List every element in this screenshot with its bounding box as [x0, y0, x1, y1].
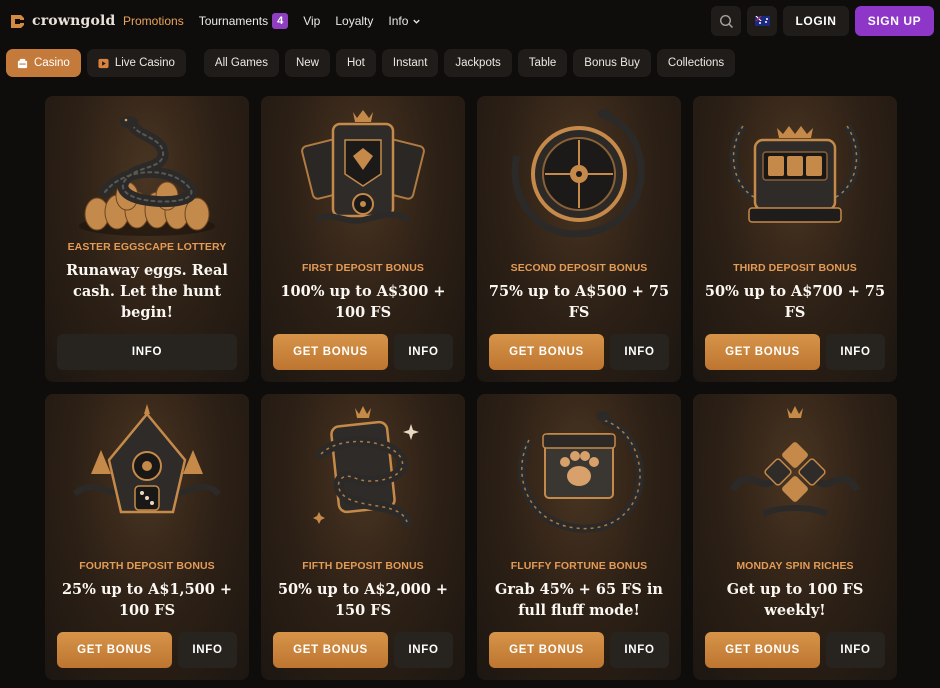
promo-headline: 50% up to A$700 + 75 FS: [704, 283, 886, 321]
login-button[interactable]: LOGIN: [783, 6, 849, 36]
get-bonus-button[interactable]: GET BONUS: [705, 334, 820, 370]
promo-card: SECOND DEPOSIT BONUS 75% up to A$500 + 7…: [477, 96, 681, 382]
category-new[interactable]: New: [284, 49, 330, 77]
tournaments-count-badge: 4: [272, 13, 289, 29]
promo-eyebrow: MONDAY SPIN RICHES: [736, 560, 854, 572]
category-collections[interactable]: Collections: [656, 49, 736, 77]
nav-promotions[interactable]: Promotions: [123, 14, 184, 28]
promo-actions: GET BONUS INFO: [273, 334, 453, 370]
promo-eyebrow: FOURTH DEPOSIT BONUS: [79, 560, 215, 572]
roulette-wheel-icon: [511, 109, 645, 238]
category-live-casino-label: Live Casino: [114, 57, 175, 69]
promo-actions: GET BONUS INFO: [57, 632, 237, 668]
info-button[interactable]: INFO: [826, 334, 885, 370]
diamond-tiles-icon: [729, 406, 861, 517]
brand-logo[interactable]: crowngold: [9, 11, 116, 31]
info-button[interactable]: INFO: [394, 334, 453, 370]
casino-icon: [17, 58, 28, 68]
nav-info-label: Info: [388, 14, 409, 28]
get-bonus-button[interactable]: GET BONUS: [57, 632, 172, 668]
get-bonus-button[interactable]: GET BONUS: [273, 632, 388, 668]
category-live-casino[interactable]: Live Casino: [86, 49, 186, 77]
region-selector[interactable]: [747, 6, 777, 36]
header-actions: LOGIN SIGN UP: [711, 6, 934, 36]
category-table[interactable]: Table: [517, 49, 568, 77]
category-jackpots[interactable]: Jackpots: [444, 49, 512, 77]
promo-headline: Runaway eggs. Real cash. Let the hunt be…: [66, 262, 228, 321]
nav-promotions-label: Promotions: [123, 14, 184, 28]
promo-headline: 75% up to A$500 + 75 FS: [488, 283, 670, 321]
promo-actions: INFO: [57, 334, 237, 370]
chevron-down-icon: [413, 19, 421, 24]
crown-logo-icon: [11, 14, 24, 28]
info-button[interactable]: INFO: [826, 632, 885, 668]
promo-actions: GET BONUS INFO: [489, 334, 669, 370]
promo-card: THIRD DEPOSIT BONUS 50% up to A$700 + 75…: [693, 96, 897, 382]
promo-eyebrow: SECOND DEPOSIT BONUS: [510, 262, 648, 274]
top-header: crowngold Promotions Tournaments 4 Vip L…: [0, 0, 940, 42]
promo-eyebrow: THIRD DEPOSIT BONUS: [733, 262, 857, 274]
promo-card: FLUFFY FORTUNE BONUS Grab 45% + 65 FS in…: [477, 394, 681, 680]
category-instant[interactable]: Instant: [381, 49, 439, 77]
get-bonus-button[interactable]: GET BONUS: [489, 334, 604, 370]
get-bonus-button[interactable]: GET BONUS: [705, 632, 820, 668]
promo-headline: Get up to 100 FS weekly!: [726, 581, 864, 619]
category-casino-label: Casino: [34, 57, 70, 69]
promo-eyebrow: EASTER EGGSCAPE LOTTERY: [67, 241, 227, 253]
nav-tournaments[interactable]: Tournaments 4: [199, 13, 289, 29]
info-button[interactable]: INFO: [610, 632, 669, 668]
brand-name: crowngold: [32, 13, 116, 29]
promo-card: FIRST DEPOSIT BONUS 100% up to A$300 + 1…: [261, 96, 465, 382]
category-hot[interactable]: Hot: [335, 49, 376, 77]
nav-vip-label: Vip: [303, 14, 321, 28]
get-bonus-button[interactable]: GET BONUS: [273, 334, 388, 370]
promo-actions: GET BONUS INFO: [273, 632, 453, 668]
category-bonus-buy[interactable]: Bonus Buy: [573, 49, 651, 77]
promo-actions: GET BONUS INFO: [489, 632, 669, 668]
nav-loyalty[interactable]: Loyalty: [335, 14, 373, 28]
search-icon: [719, 14, 733, 28]
australia-flag-icon: [754, 16, 770, 26]
category-casino[interactable]: Casino: [6, 49, 81, 77]
promo-headline: 25% up to A$1,500 + 100 FS: [61, 581, 233, 619]
promo-headline: 50% up to A$2,000 + 150 FS: [277, 581, 449, 619]
snake-card-icon: [313, 406, 419, 527]
slot-machine-icon: [729, 123, 861, 223]
nav-info-dropdown[interactable]: Info: [388, 14, 421, 28]
promo-actions: GET BONUS INFO: [705, 632, 885, 668]
promo-card: FOURTH DEPOSIT BONUS 25% up to A$1,500 +…: [45, 394, 249, 680]
get-bonus-button[interactable]: GET BONUS: [489, 632, 604, 668]
main-nav: Promotions Tournaments 4 Vip Loyalty Inf…: [123, 12, 421, 30]
promo-headline: Grab 45% + 65 FS in full fluff mode!: [495, 581, 663, 619]
promo-card: EASTER EGGSCAPE LOTTERY Runaway eggs. Re…: [45, 96, 249, 382]
dice-emblem-icon: [72, 404, 222, 514]
category-bar: Casino Live Casino All Games New Hot Ins…: [6, 49, 736, 77]
search-button[interactable]: [711, 6, 741, 36]
promo-eyebrow: FLUFFY FORTUNE BONUS: [510, 560, 648, 572]
live-casino-icon: [98, 58, 109, 68]
promo-eyebrow: FIRST DEPOSIT BONUS: [301, 262, 425, 274]
info-button[interactable]: INFO: [178, 632, 237, 668]
nav-tournaments-label: Tournaments: [198, 14, 269, 28]
promo-actions: GET BONUS INFO: [705, 334, 885, 370]
paw-gift-box-icon: [517, 411, 645, 533]
snake-on-eggs-icon: [79, 116, 215, 236]
category-all-games[interactable]: All Games: [203, 49, 279, 77]
nav-loyalty-label: Loyalty: [335, 14, 374, 28]
signup-button[interactable]: SIGN UP: [855, 6, 934, 36]
info-button[interactable]: INFO: [57, 334, 237, 370]
promo-headline: 100% up to A$300 + 100 FS: [280, 283, 446, 321]
nav-vip[interactable]: Vip: [303, 14, 320, 28]
info-button[interactable]: INFO: [394, 632, 453, 668]
crowned-card-icon: [301, 110, 425, 224]
info-button[interactable]: INFO: [610, 334, 669, 370]
promo-eyebrow: FIFTH DEPOSIT BONUS: [302, 560, 424, 572]
promo-card: FIFTH DEPOSIT BONUS 50% up to A$2,000 + …: [261, 394, 465, 680]
promo-card: MONDAY SPIN RICHES Get up to 100 FS week…: [693, 394, 897, 680]
